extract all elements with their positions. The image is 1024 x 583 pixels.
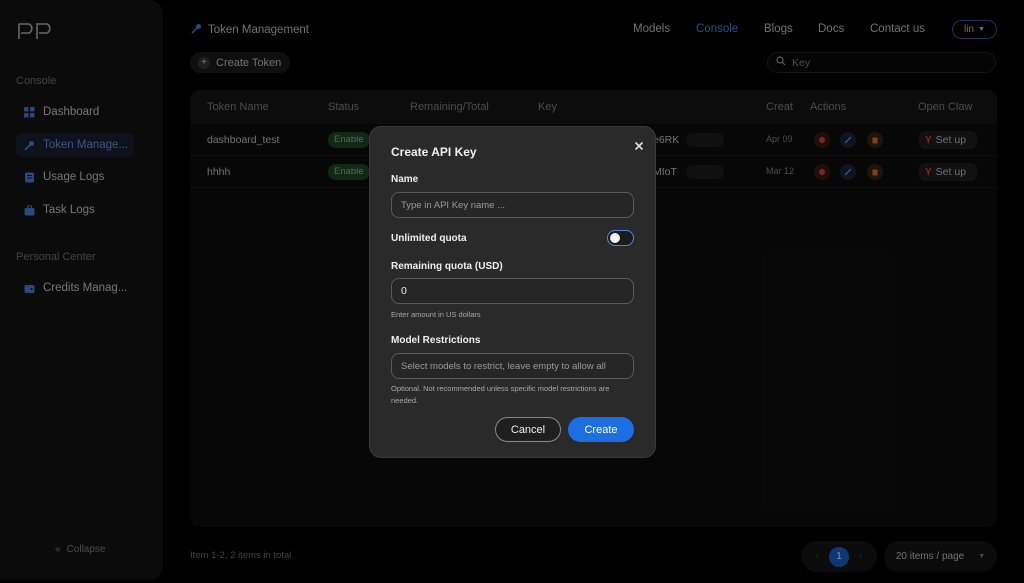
close-icon[interactable] — [632, 139, 646, 153]
remaining-quota-input[interactable]: 0 — [391, 278, 634, 304]
remaining-quota-label: Remaining quota (USD) — [391, 261, 503, 272]
model-restrictions-placeholder: Select models to restrict, leave empty t… — [401, 360, 606, 372]
create-api-key-dialog: Create API Key Name Type in API Key name… — [369, 126, 656, 458]
remaining-quota-value: 0 — [401, 285, 407, 297]
name-input[interactable]: Type in API Key name ... — [391, 192, 634, 218]
model-restrictions-label: Model Restrictions — [391, 335, 481, 346]
cancel-button[interactable]: Cancel — [495, 417, 561, 442]
create-button[interactable]: Create — [568, 417, 634, 442]
model-restrictions-help: Optional. Not recommended unless specifi… — [391, 384, 610, 405]
remaining-quota-help: Enter amount in US dollars — [391, 310, 481, 319]
toggle-knob — [610, 233, 620, 243]
unlimited-quota-toggle[interactable] — [607, 230, 634, 246]
name-label: Name — [391, 174, 419, 185]
dialog-title: Create API Key — [391, 145, 477, 159]
model-restrictions-select[interactable]: Select models to restrict, leave empty t… — [391, 353, 634, 379]
unlimited-quota-label: Unlimited quota — [391, 233, 467, 244]
name-placeholder: Type in API Key name ... — [401, 199, 506, 211]
